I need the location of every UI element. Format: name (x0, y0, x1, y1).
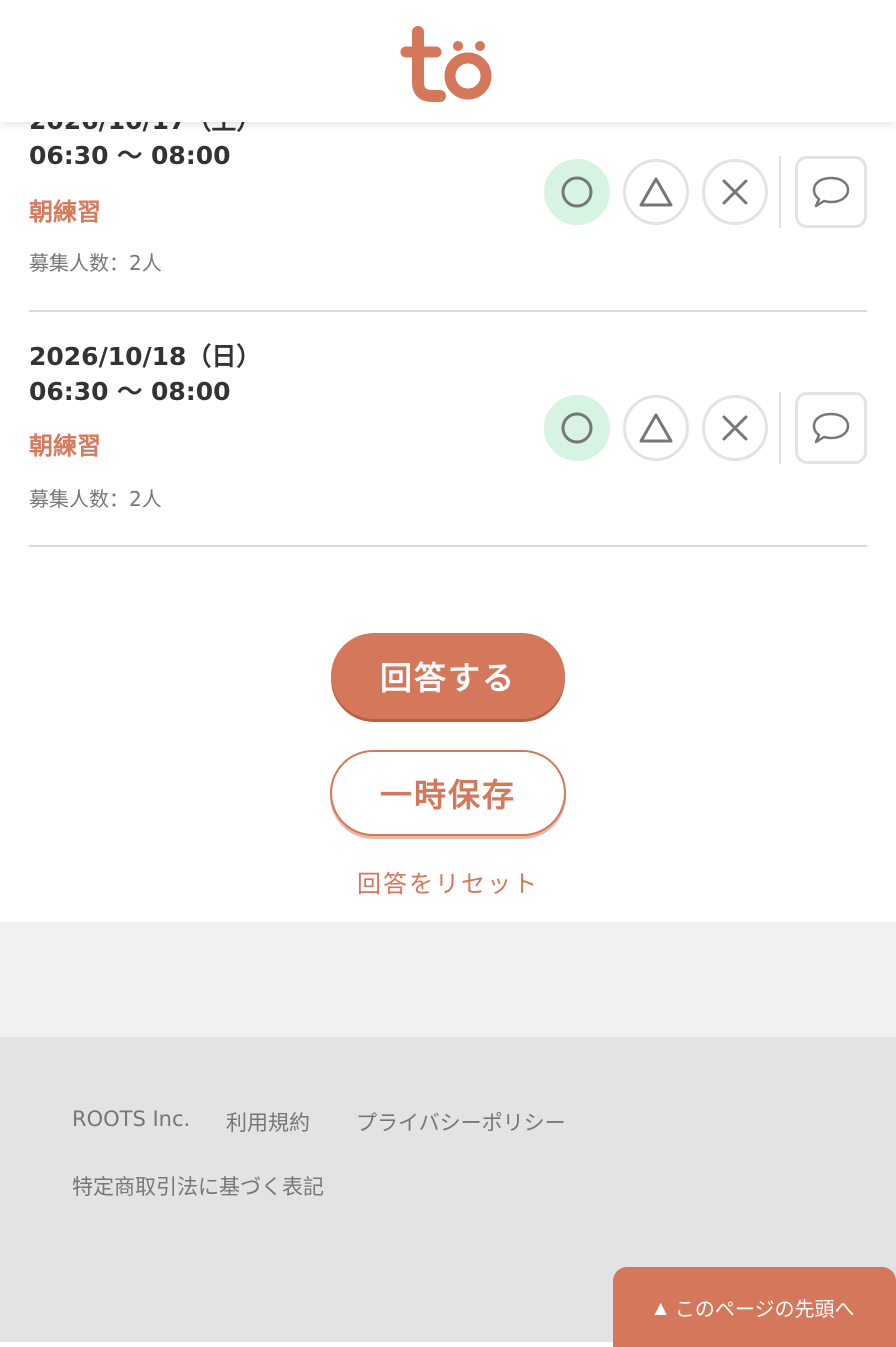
to-logo[interactable] (400, 24, 496, 104)
slot-item: 2026/10/17（土） 06:30 〜 08:00 朝練習 募集人数：2人 (29, 100, 867, 312)
submit-answer-button[interactable]: 回答する (331, 633, 565, 719)
answer-yes-button[interactable] (544, 159, 610, 225)
divider (779, 392, 781, 464)
triangle-icon (639, 177, 673, 207)
footer-privacy-link[interactable]: プライバシーポリシー (356, 1107, 566, 1137)
footer-company-link[interactable]: ROOTS Inc. (72, 1107, 190, 1131)
circle-icon (561, 412, 593, 444)
slot-capacity: 募集人数：2人 (29, 487, 162, 511)
comment-icon (812, 412, 850, 444)
slot-capacity: 募集人数：2人 (29, 251, 162, 275)
spacer-band (0, 922, 896, 1038)
slot-time: 06:30 〜 08:00 (29, 377, 231, 406)
back-to-top-button[interactable]: ▲ このページの先頭へ (613, 1267, 896, 1347)
slot-item: 2026/10/18（日） 06:30 〜 08:00 朝練習 募集人数：2人 (29, 312, 867, 547)
slot-time: 06:30 〜 08:00 (29, 141, 231, 170)
triangle-icon (639, 413, 673, 443)
footer-terms-link[interactable]: 利用規約 (226, 1107, 310, 1137)
cross-icon (722, 179, 748, 205)
slot-date: 2026/10/18（日） (29, 342, 262, 371)
slot-title: 朝練習 (29, 432, 101, 460)
answer-yes-button[interactable] (544, 395, 610, 461)
comment-button[interactable] (795, 156, 867, 228)
cross-icon (722, 415, 748, 441)
footer-commercial-law-link[interactable]: 特定商取引法に基づく表記 (72, 1171, 324, 1201)
comment-icon (812, 176, 850, 208)
answer-no-button[interactable] (702, 395, 768, 461)
save-draft-button[interactable]: 一時保存 (330, 750, 566, 836)
answer-maybe-button[interactable] (623, 395, 689, 461)
circle-icon (561, 176, 593, 208)
app-header (0, 0, 896, 122)
answer-maybe-button[interactable] (623, 159, 689, 225)
back-to-top-label: このページの先頭へ (674, 1296, 855, 1321)
comment-button[interactable] (795, 392, 867, 464)
reset-answers-link[interactable]: 回答をリセット (0, 864, 896, 899)
divider (779, 156, 781, 228)
slot-title: 朝練習 (29, 198, 101, 226)
answer-no-button[interactable] (702, 159, 768, 225)
arrow-up-icon: ▲ (654, 1297, 667, 1317)
